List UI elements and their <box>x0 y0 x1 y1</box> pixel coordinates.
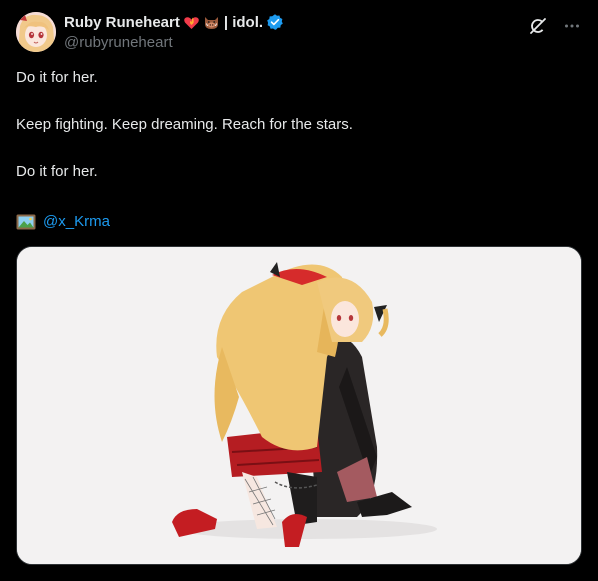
avatar[interactable] <box>16 12 56 52</box>
author-info: Ruby Runeheart | idol. @rubyruneheart <box>64 12 284 51</box>
author-handle[interactable]: @rubyruneheart <box>64 34 284 51</box>
post-actions-top <box>528 16 582 36</box>
verified-badge-icon[interactable] <box>266 13 284 31</box>
anime-illustration <box>17 247 581 564</box>
display-name[interactable]: Ruby Runeheart <box>64 14 180 31</box>
boar-emoji-icon <box>203 14 220 31</box>
author-name-row[interactable]: Ruby Runeheart | idol. <box>64 12 284 32</box>
artist-credit: @x_Krma <box>16 213 110 230</box>
tweet-line-2: Keep fighting. Keep dreaming. Reach for … <box>16 116 353 133</box>
more-icon[interactable] <box>562 16 582 36</box>
tweet-body: Do it for her. Keep fighting. Keep dream… <box>16 68 582 209</box>
framed-picture-icon <box>16 214 36 230</box>
grok-icon[interactable] <box>528 16 548 36</box>
tweet-line-1: Do it for her. <box>16 69 98 86</box>
tweet-card: Ruby Runeheart | idol. @rubyruneheart Do… <box>0 0 598 581</box>
artist-mention-link[interactable]: @x_Krma <box>43 213 110 230</box>
name-suffix: | idol. <box>223 13 264 31</box>
tweet-media-image[interactable] <box>16 246 582 565</box>
tweet-line-3: Do it for her. <box>16 163 98 180</box>
heart-on-fire-emoji-icon <box>183 14 200 31</box>
